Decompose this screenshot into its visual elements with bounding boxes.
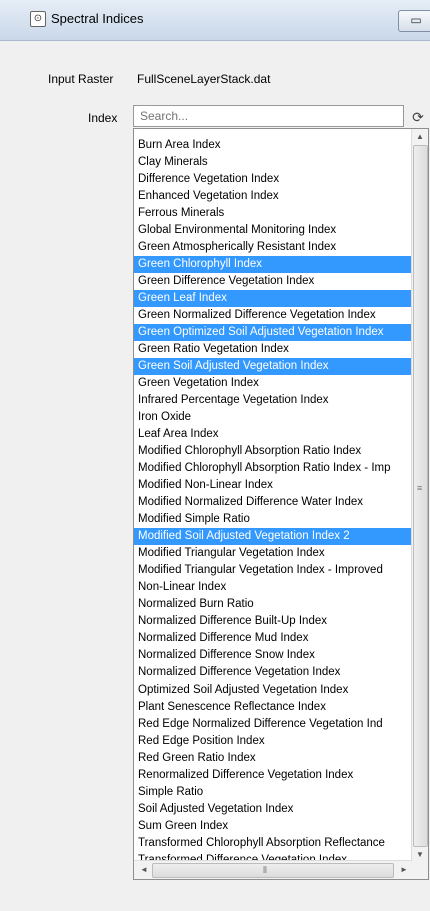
list-item[interactable]: Normalized Difference Mud Index (134, 630, 412, 647)
list-item[interactable]: Modified Simple Ratio (134, 511, 412, 528)
list-item[interactable]: Optimized Soil Adjusted Vegetation Index (134, 682, 412, 699)
list-item[interactable]: Renormalized Difference Vegetation Index (134, 767, 412, 784)
list-item[interactable]: Green Leaf Index (134, 290, 412, 308)
minimize-button[interactable]: ▭ (398, 10, 430, 32)
list-item[interactable]: Burn Area Index (134, 137, 412, 154)
grip-icon: ⦀ (263, 865, 267, 875)
list-item[interactable]: Soil Adjusted Vegetation Index (134, 801, 412, 818)
list-item[interactable]: Modified Non-Linear Index (134, 477, 412, 494)
horizontal-scroll-thumb[interactable]: ⦀ (152, 863, 394, 878)
input-raster-value[interactable]: FullSceneLayerStack.dat (137, 72, 270, 86)
index-label: Index (88, 111, 118, 125)
list-item[interactable]: Green Vegetation Index (134, 375, 412, 392)
list-item[interactable]: Modified Chlorophyll Absorption Ratio In… (134, 443, 412, 460)
index-list[interactable]: Burn Area Index Clay Minerals Difference V… (133, 128, 429, 880)
scroll-down-icon[interactable]: ▼ (412, 850, 428, 859)
list-item[interactable]: Ferrous Minerals (134, 205, 412, 222)
panel-icon: ⊙ (30, 11, 46, 27)
scroll-left-icon[interactable]: ◄ (136, 865, 152, 874)
vertical-scroll-thumb[interactable]: ≡ (413, 145, 428, 847)
search-input[interactable] (133, 105, 404, 127)
list-item[interactable]: Plant Senescence Reflectance Index (134, 699, 412, 716)
grip-icon: ≡ (417, 483, 423, 493)
list-item[interactable]: Modified Triangular Vegetation Index (134, 545, 412, 562)
list-item[interactable]: Modified Triangular Vegetation Index - I… (134, 562, 412, 579)
input-raster-label: Input Raster (48, 72, 114, 86)
list-item[interactable]: Red Edge Position Index (134, 733, 412, 750)
list-item[interactable]: Green Optimized Soil Adjusted Vegetation… (134, 324, 412, 342)
list-item[interactable]: Iron Oxide (134, 409, 412, 426)
scroll-right-icon[interactable]: ► (396, 865, 412, 874)
list-item[interactable]: Normalized Burn Ratio (134, 596, 412, 613)
list-item[interactable]: Non-Linear Index (134, 579, 412, 596)
list-item[interactable]: Enhanced Vegetation Index (134, 188, 412, 205)
list-item[interactable]: Difference Vegetation Index (134, 171, 412, 188)
list-item[interactable]: Red Edge Normalized Difference Vegetatio… (134, 716, 412, 733)
list-item[interactable]: Modified Normalized Difference Water Ind… (134, 494, 412, 511)
list-item[interactable]: Normalized Difference Snow Index (134, 647, 412, 664)
list-item[interactable]: Red Green Ratio Index (134, 750, 412, 767)
list-item[interactable]: Simple Ratio (134, 784, 412, 801)
list-item[interactable]: Modified Soil Adjusted Vegetation Index … (134, 528, 412, 546)
list-item[interactable]: Green Chlorophyll Index (134, 256, 412, 274)
title-bar: ⊙ Spectral Indices ▭ (0, 0, 430, 41)
list-item[interactable]: Green Ratio Vegetation Index (134, 341, 412, 358)
list-item[interactable]: Leaf Area Index (134, 426, 412, 443)
list-item[interactable]: Green Difference Vegetation Index (134, 273, 412, 290)
index-list-items: Burn Area Index Clay Minerals Difference V… (134, 137, 412, 879)
list-item[interactable]: Normalized Difference Built-Up Index (134, 613, 412, 630)
list-item[interactable]: Infrared Percentage Vegetation Index (134, 392, 412, 409)
list-item[interactable]: Sum Green Index (134, 818, 412, 835)
window-title: Spectral Indices (51, 11, 144, 26)
list-item[interactable]: Normalized Difference Vegetation Index (134, 664, 412, 681)
horizontal-scrollbar[interactable]: ◄ ⦀ ► (134, 860, 412, 879)
list-item[interactable]: Clay Minerals (134, 154, 412, 171)
list-item[interactable]: Transformed Chlorophyll Absorption Refle… (134, 835, 412, 852)
scroll-corner (412, 861, 428, 879)
scroll-up-icon[interactable]: ▲ (412, 132, 428, 141)
vertical-scrollbar[interactable]: ▲ ≡ ▼ (411, 129, 428, 861)
list-item[interactable]: Green Normalized Difference Vegetation I… (134, 307, 412, 324)
list-item[interactable]: Green Atmospherically Resistant Index (134, 239, 412, 256)
refresh-icon[interactable]: ⟳ (409, 108, 427, 126)
list-item[interactable]: Green Soil Adjusted Vegetation Index (134, 358, 412, 376)
list-item[interactable]: Global Environmental Monitoring Index (134, 222, 412, 239)
list-item[interactable]: Modified Chlorophyll Absorption Ratio In… (134, 460, 412, 477)
